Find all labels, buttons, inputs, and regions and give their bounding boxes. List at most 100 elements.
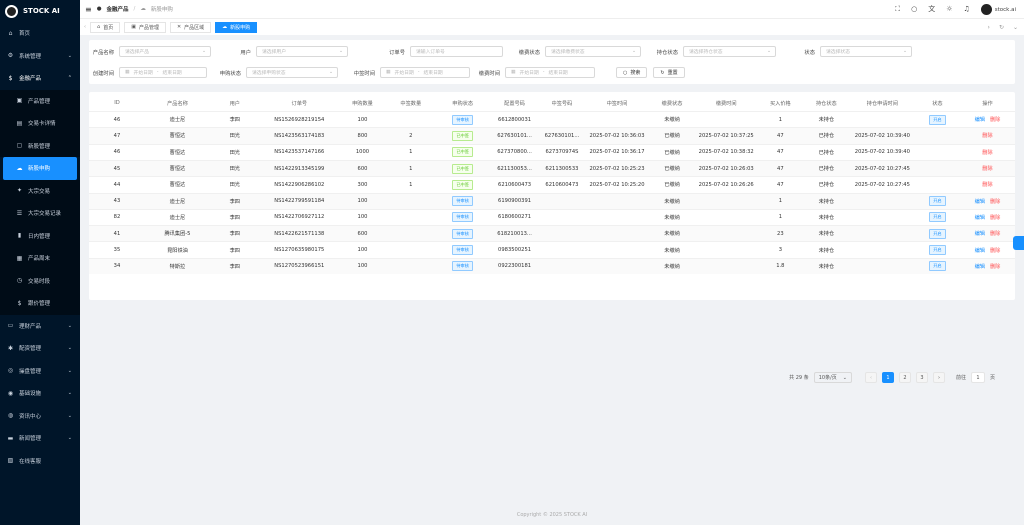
cell-pay: 已缴纳 bbox=[664, 133, 680, 140]
tab-2[interactable]: ✕ 产品区域 bbox=[169, 21, 212, 33]
tab-label: 产品管理 bbox=[138, 24, 159, 31]
cell-win: 1 bbox=[409, 181, 413, 188]
tabs-scroll-left-icon[interactable]: ‹ bbox=[84, 24, 86, 30]
theme-icon[interactable]: ☼ bbox=[946, 5, 952, 13]
pay-time-range[interactable]: ▦ 开始日期 - 结束日期 bbox=[505, 67, 595, 78]
sidebar-item[interactable]: ◍ 资讯中心 ⌄ bbox=[0, 405, 80, 428]
edit-button[interactable]: 编辑 bbox=[975, 248, 985, 254]
sidebar-item[interactable]: ✦ 大宗交易 bbox=[0, 179, 80, 202]
create-time-range[interactable]: ▦ 开始日期 - 结束日期 bbox=[119, 67, 207, 78]
sidebar-item[interactable]: ▮ 日内管理 bbox=[0, 224, 80, 247]
sidebar-item[interactable]: $ 金融产品 ⌃ bbox=[0, 67, 80, 90]
state-tag[interactable]: 开启 bbox=[929, 196, 946, 207]
state-tag[interactable]: 开启 bbox=[929, 212, 946, 223]
sidebar-item[interactable]: $ 跟价管理 bbox=[0, 292, 80, 315]
edit-button[interactable]: 编辑 bbox=[975, 231, 985, 237]
cell-ptime: 2025-07-02 10:26:26 bbox=[698, 181, 754, 188]
reset-button[interactable]: ↻ 重置 bbox=[653, 67, 685, 78]
table-row: 45 曹恒达 田光 NS1422913345199 600 1 已中签 621130053..… bbox=[89, 159, 1015, 177]
tab-1[interactable]: ▣ 产品管理 bbox=[124, 21, 166, 33]
refresh-icon: ↻ bbox=[660, 69, 665, 76]
delete-button[interactable]: 删除 bbox=[990, 215, 1000, 221]
cell-id: 46 bbox=[113, 116, 121, 123]
delete-button[interactable]: 删除 bbox=[990, 231, 1000, 237]
cell-qty: 100 bbox=[357, 214, 368, 221]
sidebar-item[interactable]: ▬ 新闻管理 ⌄ bbox=[0, 427, 80, 450]
edit-button[interactable]: 编辑 bbox=[975, 199, 985, 205]
sidebar-item[interactable]: ▢ 新股管理 bbox=[0, 134, 80, 157]
search-icon[interactable]: ○ bbox=[911, 5, 917, 13]
delete-button[interactable]: 删除 bbox=[990, 117, 1000, 123]
filter-actions: ○ 搜索 ↻ 重置 bbox=[616, 67, 685, 78]
page-size-select[interactable]: 10条/页 ⌄ bbox=[813, 372, 852, 383]
cell-apply: 待审核 bbox=[436, 245, 490, 256]
sidebar-item[interactable]: ▤ 交易卡详情 bbox=[0, 112, 80, 135]
tabs-scroll-right-icon[interactable]: › bbox=[988, 24, 990, 31]
delete-button[interactable]: 删除 bbox=[990, 248, 1000, 254]
cell-product: 昆阳铁油 bbox=[167, 247, 188, 254]
cell-htime: 2025-07-02 10:39:40 bbox=[854, 132, 910, 139]
delete-button[interactable]: 删除 bbox=[982, 150, 992, 156]
delete-button[interactable]: 删除 bbox=[982, 133, 992, 139]
hold-status-select[interactable]: 请选择持仓状态 ⌄ bbox=[683, 46, 776, 57]
breadcrumb-root[interactable]: 金融产品 bbox=[107, 5, 129, 13]
sidebar-item[interactable]: ☁ 新股申购 bbox=[3, 157, 77, 180]
win-time-range[interactable]: ▦ 开始日期 - 结束日期 bbox=[380, 67, 470, 78]
page-button[interactable]: 2 bbox=[898, 372, 911, 383]
bell-icon[interactable]: ♫ bbox=[963, 5, 969, 13]
prev-page-button[interactable]: ‹ bbox=[864, 372, 877, 383]
sidebar-item[interactable]: ◎ 操盘管理 ⌄ bbox=[0, 360, 80, 383]
sidebar-item[interactable]: ◉ 基础设施 ⌄ bbox=[0, 382, 80, 405]
app-name: STOCK AI bbox=[23, 7, 60, 15]
filter-pay-status: 缴费状态 请选择缴费状态 ⌄ bbox=[507, 46, 641, 57]
cell-apply: 已中签 bbox=[436, 147, 490, 158]
menu-toggle-icon[interactable]: ≡ bbox=[85, 5, 92, 14]
cell-state: 开启 bbox=[915, 212, 960, 223]
state-tag[interactable]: 开启 bbox=[929, 245, 946, 256]
sidebar-item[interactable]: ✱ 配资管理 ⌄ bbox=[0, 337, 80, 360]
floating-settings-button[interactable] bbox=[1013, 236, 1024, 250]
page-button[interactable]: 1 bbox=[881, 372, 894, 383]
sidebar-item[interactable]: ▦ 产品周末 bbox=[0, 247, 80, 270]
cell-apply: 待审核 bbox=[436, 228, 490, 239]
apply-status-select[interactable]: 请选择申购状态 ⌄ bbox=[246, 67, 338, 78]
fullscreen-icon[interactable]: ⛶ bbox=[895, 5, 900, 14]
column-header: 持仓申请时间 bbox=[866, 100, 898, 107]
next-page-button[interactable]: › bbox=[932, 372, 945, 383]
pay-status-select[interactable]: 请选择缴费状态 ⌄ bbox=[545, 46, 641, 57]
cell-hold: 未持仓 bbox=[818, 247, 835, 254]
cell-cfg: 6190900391 bbox=[498, 198, 532, 205]
delete-button[interactable]: 删除 bbox=[990, 199, 1000, 205]
page-button[interactable]: 3 bbox=[915, 372, 928, 383]
sidebar-item[interactable]: ☰ 大宗交易记录 bbox=[0, 202, 80, 225]
search-button[interactable]: ○ 搜索 bbox=[616, 67, 648, 78]
goto-input[interactable]: 1 bbox=[970, 372, 985, 383]
sidebar-item[interactable]: ▭ 理财产品 ⌄ bbox=[0, 315, 80, 338]
product-select[interactable]: 请选择产品 ⌄ bbox=[119, 46, 211, 57]
delete-button[interactable]: 删除 bbox=[982, 166, 992, 172]
translate-icon[interactable]: 文 bbox=[928, 4, 935, 14]
tab-3[interactable]: ☁ 新股申购 bbox=[215, 21, 258, 33]
user-select[interactable]: 请选择用户 ⌄ bbox=[256, 46, 348, 57]
edit-button[interactable]: 编辑 bbox=[975, 117, 985, 123]
status-select[interactable]: 请选择状态 ⌄ bbox=[820, 46, 912, 57]
state-tag[interactable]: 开启 bbox=[929, 228, 946, 239]
delete-button[interactable]: 删除 bbox=[982, 182, 992, 188]
tab-0[interactable]: ⌂ 首页 bbox=[90, 21, 121, 33]
edit-button[interactable]: 编辑 bbox=[975, 215, 985, 221]
state-tag[interactable]: 开启 bbox=[929, 114, 946, 125]
user-menu[interactable]: stock.ai bbox=[980, 3, 1016, 15]
state-tag[interactable]: 开启 bbox=[929, 261, 946, 272]
delete-button[interactable]: 删除 bbox=[990, 264, 1000, 270]
sidebar-item[interactable]: ▣ 产品管理 bbox=[0, 89, 80, 112]
edit-button[interactable]: 编辑 bbox=[975, 264, 985, 270]
tabs-refresh-icon[interactable]: ↻ bbox=[999, 24, 1004, 31]
sidebar-item[interactable]: ⌂ 首页 bbox=[0, 22, 80, 45]
sidebar-item[interactable]: ▧ 在线客服 bbox=[0, 450, 80, 473]
tabs-more-icon[interactable]: ⌄ bbox=[1013, 24, 1018, 31]
sidebar-item[interactable]: ◷ 交易时段 bbox=[0, 269, 80, 292]
cell-cfg: 6210600473 bbox=[498, 181, 532, 188]
order-no-input[interactable]: 请输入订单号 bbox=[410, 46, 503, 57]
sidebar-item[interactable]: ⚙ 系统管理 ⌄ bbox=[0, 45, 80, 68]
cell-ptime: 2025-07-02 10:26:03 bbox=[698, 165, 754, 172]
